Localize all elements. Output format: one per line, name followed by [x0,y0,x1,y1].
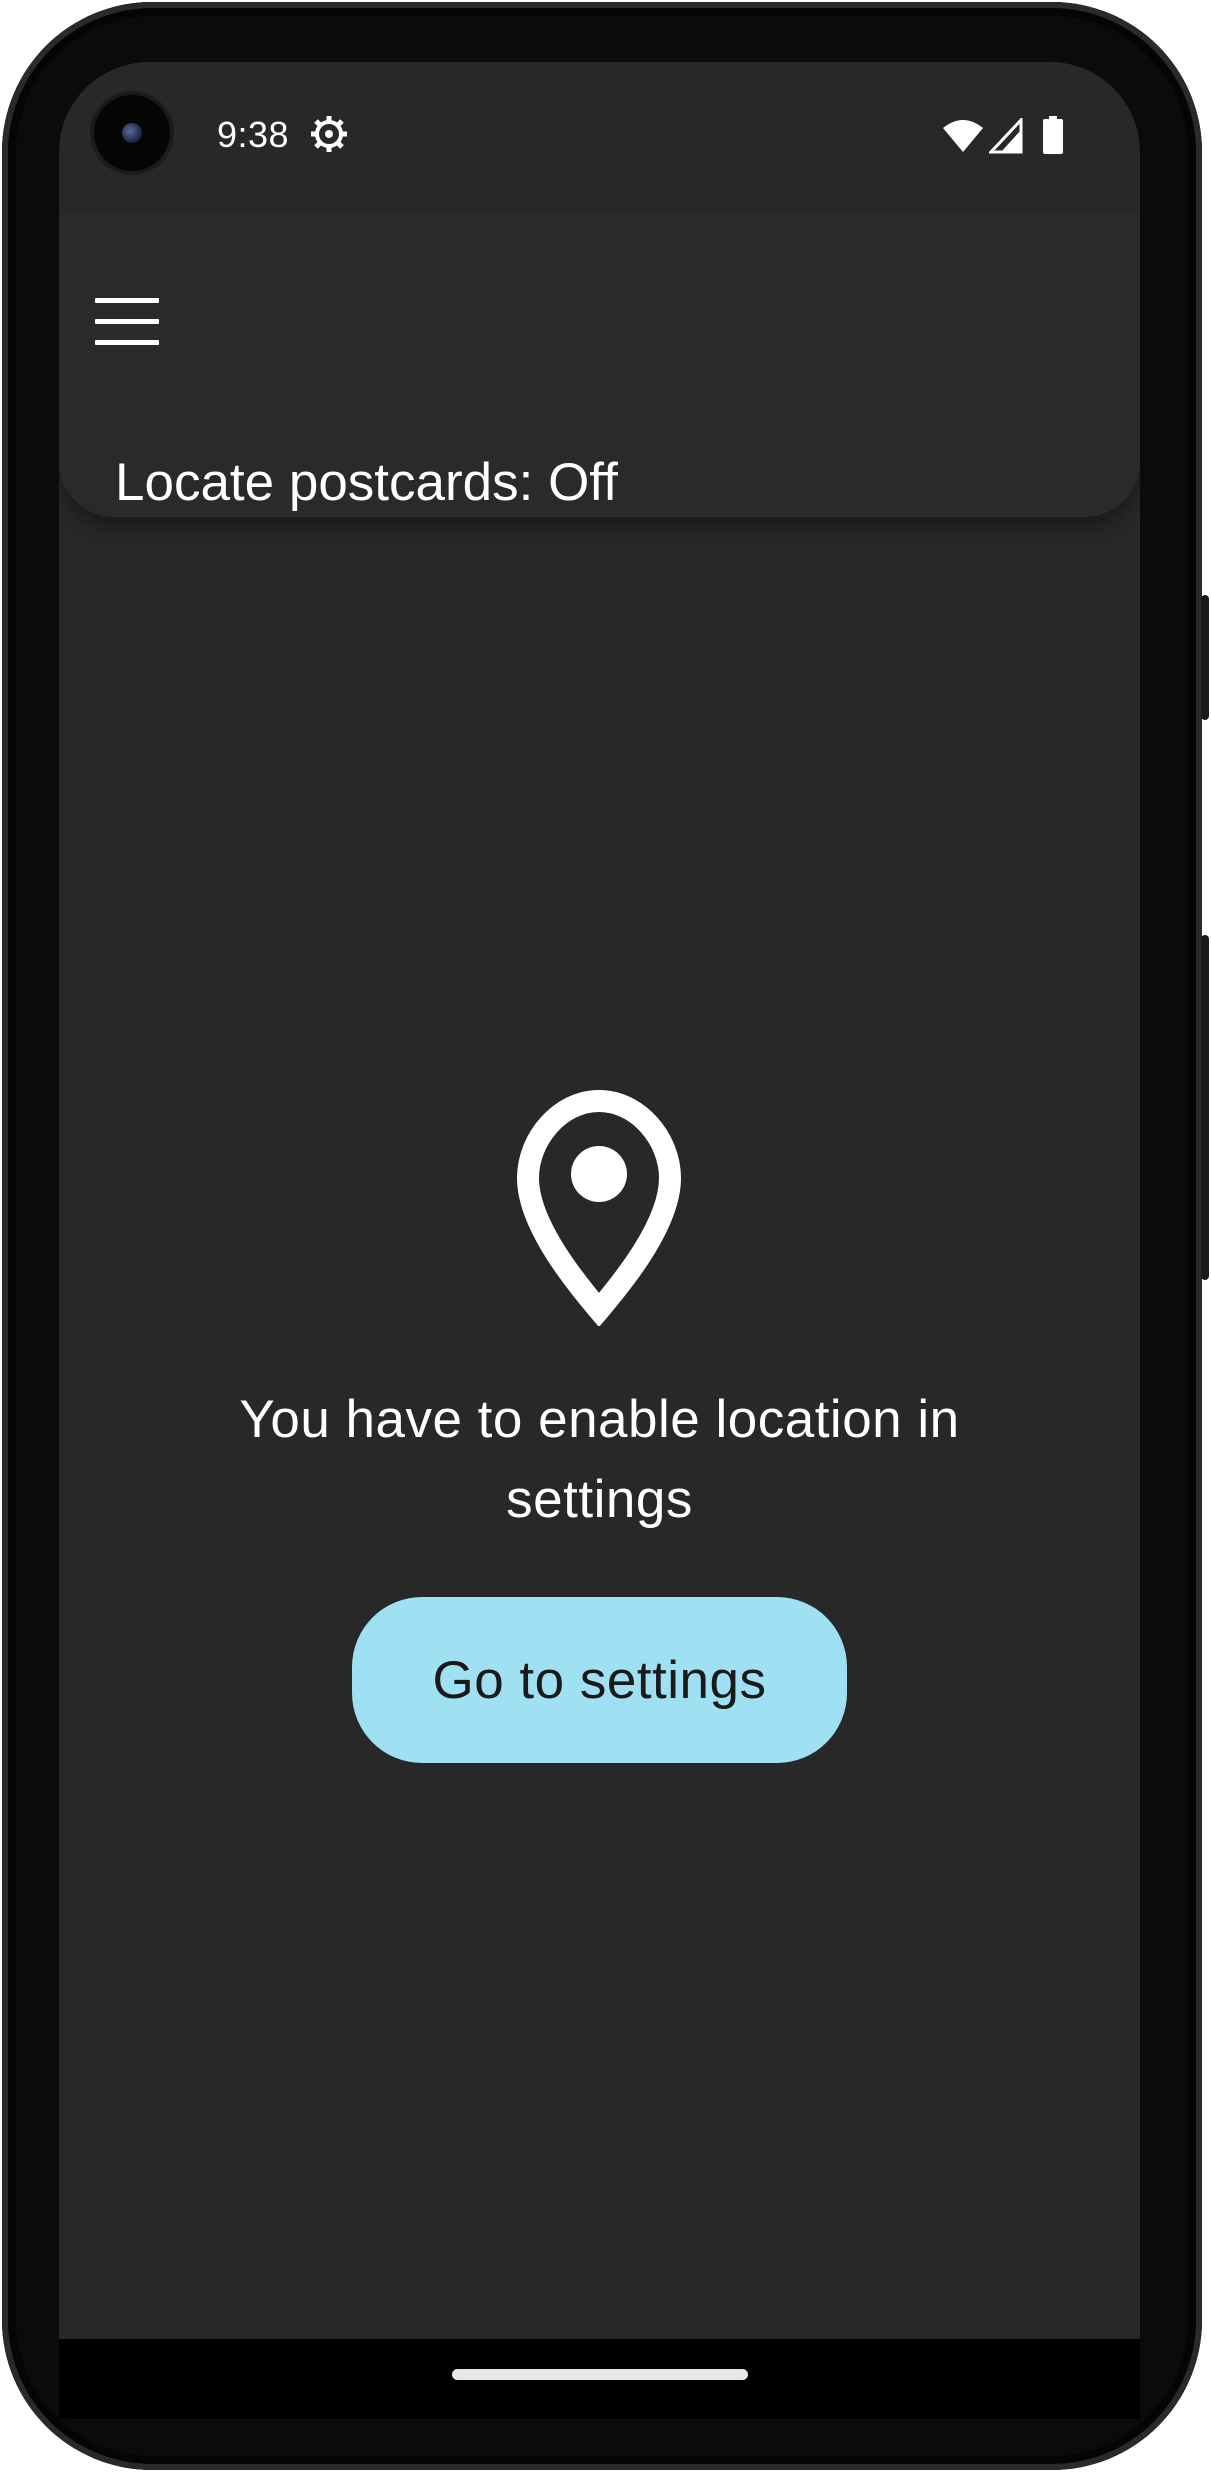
status-bar: 9:38 [59,62,1140,212]
location-message: You have to enable location in settings [239,1390,960,1529]
home-indicator[interactable] [452,2369,748,2380]
signal-icon [989,118,1023,154]
navigation-bar [59,2339,1140,2419]
wifi-icon [943,120,983,152]
menu-icon[interactable] [95,298,159,346]
battery-icon [1043,116,1063,154]
app-bar: Locate postcards: Off [59,212,1140,517]
page-title: Locate postcards: Off [115,453,618,512]
location-pin-icon [517,1090,681,1326]
go-to-settings-button[interactable]: Go to settings [352,1597,847,1763]
volume-button [1201,935,1209,1280]
power-button [1201,595,1209,720]
screen: 9:38 Locate postcards: Off You have to e… [59,62,1140,2339]
gear-icon [311,116,347,152]
front-camera [94,95,170,171]
status-time: 9:38 [217,114,290,155]
